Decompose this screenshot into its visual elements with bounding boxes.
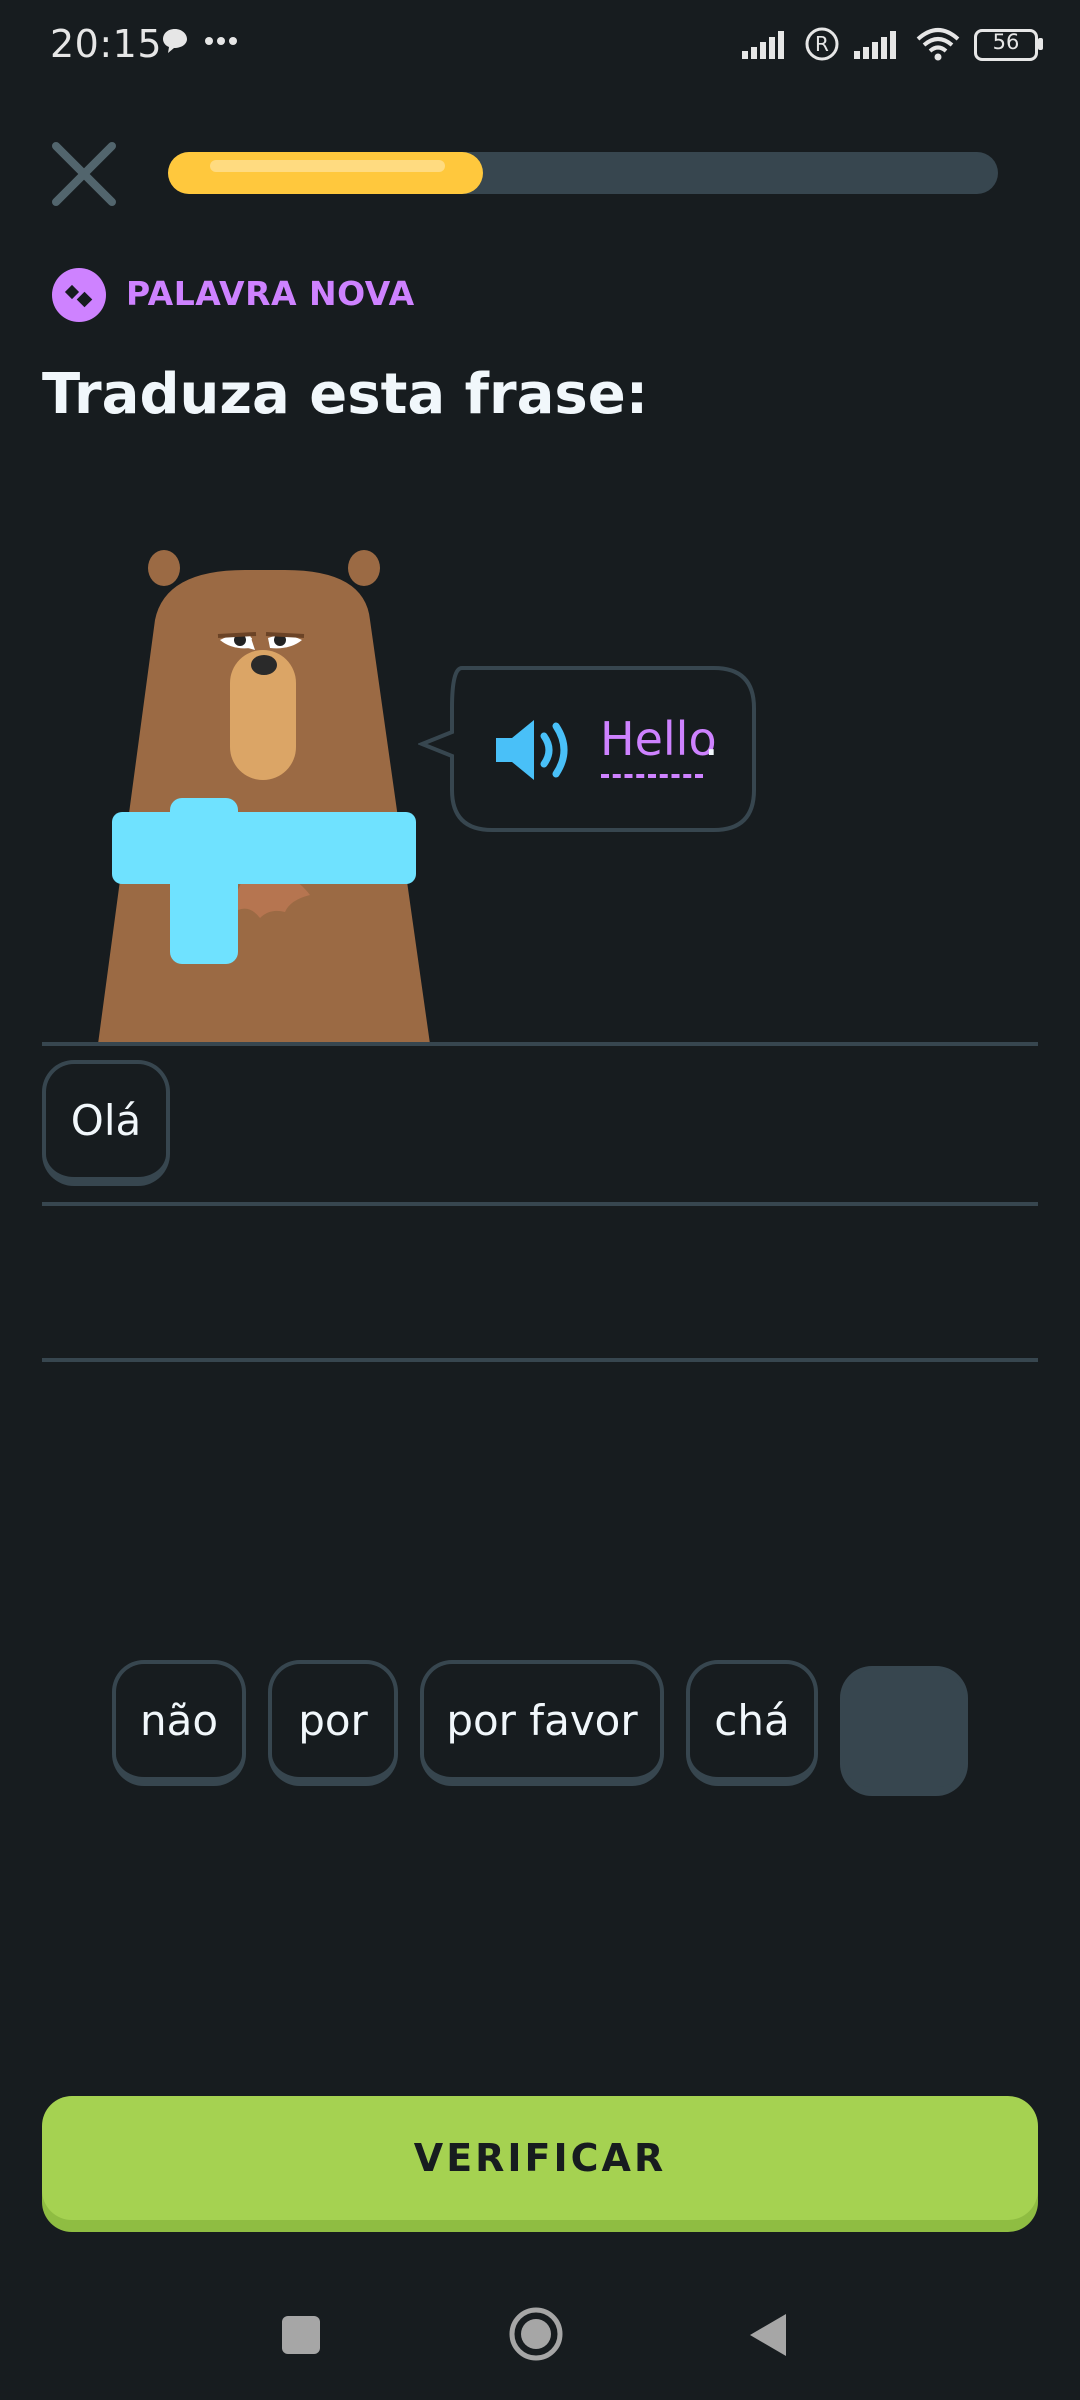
- answer-chip-ola[interactable]: Olá: [42, 1060, 170, 1186]
- answer-line-1: [42, 1042, 1038, 1046]
- prompt-word-underline: [601, 774, 703, 778]
- word-chip-por[interactable]: por: [268, 1660, 398, 1786]
- svg-text:R: R: [815, 32, 829, 56]
- signal-icon: [742, 31, 784, 59]
- close-icon[interactable]: [46, 136, 122, 212]
- answer-line-2: [42, 1202, 1038, 1206]
- progress-fill: [168, 152, 484, 194]
- status-left-icons: [160, 26, 238, 56]
- wifi-icon: [916, 28, 960, 61]
- answer-line-3: [42, 1358, 1038, 1362]
- status-time: 20:15: [50, 22, 163, 66]
- status-right-icons: R 56: [742, 26, 1043, 62]
- nav-home-icon[interactable]: [508, 2306, 564, 2362]
- progress-highlight: [210, 160, 446, 172]
- nav-back-icon[interactable]: [746, 2310, 792, 2360]
- word-chip-nao[interactable]: não: [112, 1660, 246, 1786]
- prompt-word[interactable]: Hello: [600, 712, 717, 766]
- battery-level: 56: [992, 30, 1020, 54]
- new-word-icon: [52, 268, 106, 322]
- page-title: Traduza esta frase:: [42, 362, 649, 427]
- speaker-icon[interactable]: [492, 714, 578, 786]
- battery-icon: 56: [974, 29, 1043, 61]
- word-chip-cha[interactable]: chá: [686, 1660, 818, 1786]
- prompt-punctuation: .: [704, 712, 719, 766]
- word-chip-por-favor[interactable]: por favor: [420, 1660, 664, 1786]
- nav-recents-icon[interactable]: [282, 2316, 320, 2354]
- chat-bubble-icon: [163, 29, 187, 53]
- bear-character-illustration: [98, 550, 430, 1044]
- more-dots-icon: [205, 37, 237, 45]
- word-chip-used-placeholder: [840, 1666, 968, 1796]
- new-word-badge-label: PALAVRA NOVA: [126, 274, 415, 313]
- signal-icon: [854, 31, 896, 59]
- verify-button[interactable]: VERIFICAR: [42, 2096, 1038, 2220]
- registered-icon: R: [805, 27, 839, 61]
